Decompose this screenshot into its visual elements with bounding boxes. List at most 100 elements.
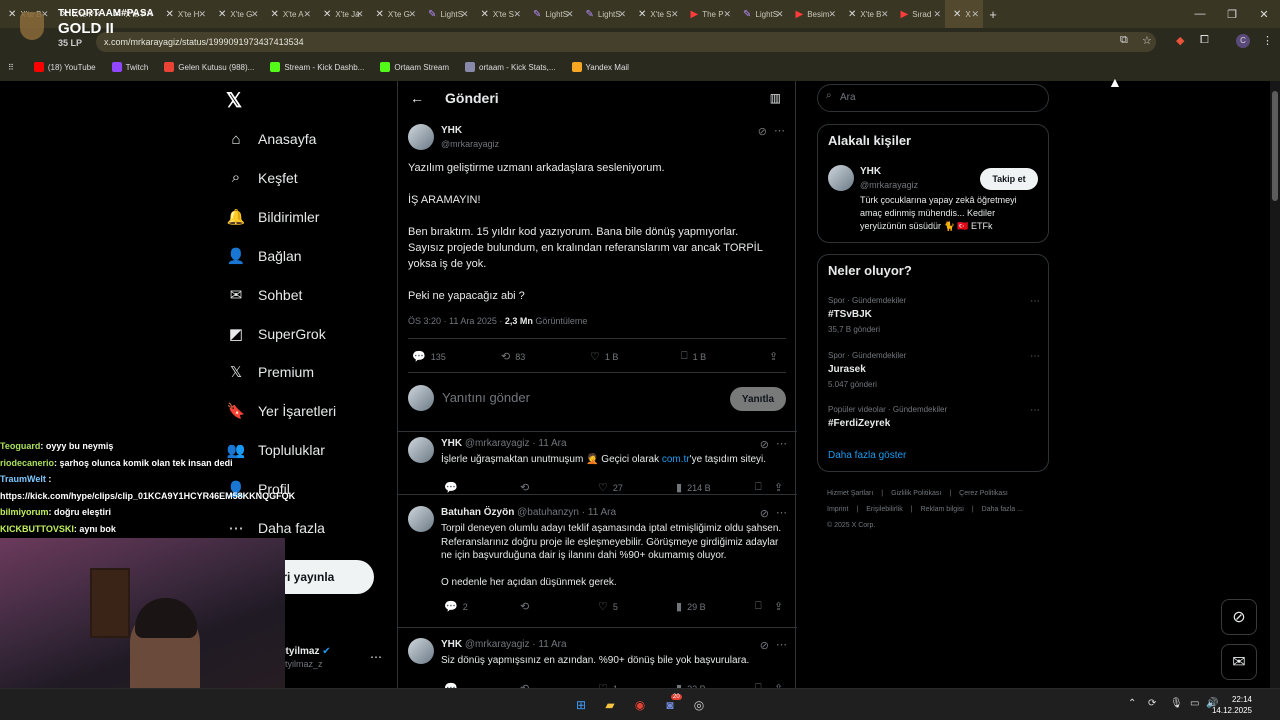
retweet-action[interactable]: ⟲ (520, 600, 534, 613)
scrollbar-thumb[interactable] (1272, 91, 1278, 201)
person-avatar[interactable] (828, 165, 854, 191)
browser-tab[interactable]: ✎ LightS ✕ (735, 0, 788, 28)
footer-link[interactable]: Daha fazla ... (982, 506, 1023, 513)
retweet-action[interactable]: ⟲ (520, 481, 534, 494)
grok-icon[interactable]: ⊘ (760, 438, 769, 451)
nav-item-yer-i-aretleri[interactable]: 🔖 Yer İşaretleri (226, 396, 336, 426)
like-action[interactable]: ♡ 27 (598, 481, 623, 494)
tab-close-icon[interactable]: ✕ (881, 9, 889, 20)
page-scrollbar[interactable] (1270, 81, 1280, 688)
views-action[interactable]: ▮ 29 B (676, 600, 706, 613)
tab-close-icon[interactable]: ✕ (828, 9, 836, 20)
browser-tab[interactable]: ✕ X'te G ✕ (368, 0, 421, 28)
author-handle[interactable]: @mrkarayagiz (441, 139, 499, 149)
file-explorer-icon[interactable]: ▰ (602, 697, 618, 713)
reply-input[interactable]: Yanıtını gönder (442, 390, 530, 405)
reply-more-icon[interactable]: ⋯ (776, 638, 787, 651)
browser-tab[interactable]: ✕ X'te A ✕ (263, 0, 316, 28)
browser-tab[interactable]: ✕ X ✕ (945, 0, 983, 28)
bookmark-action[interactable]: ⎕ 1 B (681, 350, 706, 363)
reply-action[interactable]: 💬 135 (412, 350, 446, 363)
tab-close-icon[interactable]: ✕ (933, 9, 941, 20)
bookmark-action[interactable]: ⎕ (755, 600, 767, 613)
tab-close-icon[interactable]: ✕ (251, 9, 259, 20)
tab-close-icon[interactable]: ✕ (513, 9, 521, 20)
footer-link[interactable]: Imprint (827, 506, 848, 513)
bookmark-item[interactable]: Stream - Kick Dashb... (270, 62, 364, 72)
reply-more-icon[interactable]: ⋯ (776, 506, 787, 519)
reply-button[interactable]: Yanıtla (730, 387, 786, 411)
follow-button[interactable]: Takip et (980, 168, 1038, 190)
tab-close-icon[interactable]: ✕ (618, 9, 626, 20)
tweet-time[interactable]: ÖS 3:20 · 11 Ara 2025 · (408, 316, 505, 326)
nav-item-sohbet[interactable]: ✉ Sohbet (226, 280, 303, 310)
browser-tab[interactable]: ✕ X'te S ✕ (473, 0, 526, 28)
browser-tab[interactable]: ✎ LightS ✕ (525, 0, 578, 28)
trend-item[interactable]: Spor · Gündemdekiler Jurasek 5.047 gönderi… (828, 351, 1040, 389)
person-handle[interactable]: @mrkarayagiz (860, 180, 918, 190)
browser-tab[interactable]: ✎ LightS ✕ (420, 0, 473, 28)
reply-avatar[interactable] (408, 638, 434, 664)
reply-link[interactable]: com.tr (662, 454, 690, 465)
reply-author[interactable]: Batuhan Özyön @batuhanzyn · 11 Ara (441, 507, 616, 518)
reply-avatar[interactable] (408, 506, 434, 532)
nav-item-bildirimler[interactable]: 🔔 Bildirimler (226, 202, 320, 232)
profile-avatar[interactable]: C (1236, 34, 1250, 48)
share-action[interactable]: ⇪ (774, 600, 788, 613)
close-window-icon[interactable]: ✕ (1248, 0, 1280, 28)
bookmark-item[interactable]: Twitch (111, 62, 148, 72)
nav-item-ke-fet[interactable]: ⌕ Keşfet (226, 163, 298, 193)
tab-close-icon[interactable]: ✕ (408, 9, 416, 20)
reply-action[interactable]: 💬 (444, 481, 463, 494)
share-action[interactable]: ⇪ (774, 481, 788, 494)
footer-link[interactable]: Reklam bilgisi (921, 506, 964, 513)
tab-close-icon[interactable]: ✕ (461, 9, 469, 20)
obs-icon[interactable]: ◎ (691, 697, 707, 713)
trend-item[interactable]: Spor · Gündemdekiler #TSvBJK 35,7 B gönder… (828, 296, 1040, 334)
extensions-puzzle-icon[interactable]: ⧠ (1200, 34, 1209, 47)
browser-tab[interactable]: ✕ X'te S ✕ (630, 0, 683, 28)
address-bar[interactable]: x.com/mrkarayagiz/status/199909197343741… (96, 32, 1156, 52)
browser-tab[interactable]: ▶ Sırad ✕ (893, 0, 946, 28)
trend-more-icon[interactable]: ⋯ (1030, 405, 1040, 416)
browser-tab[interactable]: ✕ X'te Ja ✕ (315, 0, 368, 28)
tab-close-icon[interactable]: ✕ (303, 9, 311, 20)
tab-close-icon[interactable]: ✕ (566, 9, 574, 20)
messages-fab-icon[interactable]: ✉ (1221, 644, 1257, 680)
reader-mode-icon[interactable]: ▥ (770, 91, 781, 105)
reply-action[interactable]: 💬 2 (444, 600, 468, 613)
tab-close-icon[interactable]: ✕ (723, 9, 731, 20)
tab-close-icon[interactable]: ✕ (776, 9, 784, 20)
reply-author[interactable]: YHK @mrkarayagiz · 11 Ara (441, 639, 567, 650)
tray-sync-icon[interactable]: ⟳ (1148, 698, 1156, 709)
nav-item-anasayfa[interactable]: ⌂ Anasayfa (226, 124, 316, 154)
footer-link[interactable]: Hizmet Şartları (827, 490, 873, 497)
tweet-more-icon[interactable]: ⋯ (774, 124, 785, 137)
show-more-link[interactable]: Daha fazla göster (828, 450, 906, 461)
menu-dots-icon[interactable]: ⋮ (1262, 34, 1273, 47)
like-action[interactable]: ♡ 1 B (590, 350, 618, 363)
browser-tab[interactable]: ✕ X'te G ✕ (210, 0, 263, 28)
grok-icon[interactable]: ⊘ (760, 507, 769, 520)
reply-author[interactable]: YHK @mrkarayagiz · 11 Ara (441, 438, 567, 449)
trend-more-icon[interactable]: ⋯ (1030, 351, 1040, 362)
browser-tab[interactable]: ✕X'te B✕ (840, 0, 893, 28)
clock[interactable]: 22:14 14.12.2025 (1212, 694, 1252, 716)
nav-item-premium[interactable]: 𝕏 Premium (226, 357, 314, 387)
new-tab-icon[interactable]: + (983, 7, 1003, 22)
extension-icon[interactable]: ◆ (1176, 34, 1184, 47)
browser-tab[interactable]: ✎ LightS ✕ (578, 0, 631, 28)
retweet-action[interactable]: ⟲ 83 (501, 350, 525, 363)
back-arrow-icon[interactable]: ← (410, 90, 424, 106)
network-icon[interactable]: ▭ (1190, 698, 1199, 709)
tab-close-icon[interactable]: ✕ (671, 9, 679, 20)
browser-tab[interactable]: ▶ The P ✕ (683, 0, 736, 28)
account-more-icon[interactable]: ⋯ (370, 650, 382, 664)
nav-item-supergrok[interactable]: ◩ SuperGrok (226, 319, 326, 349)
account-switcher[interactable]: etyilmaz ✔ etyilmaz_z (280, 646, 331, 669)
grok-icon[interactable]: ⊘ (760, 639, 769, 652)
bookmark-action[interactable]: ⎕ (755, 481, 767, 494)
install-app-icon[interactable]: ⧉ (1120, 34, 1128, 47)
tray-chevron-icon[interactable]: ⌃ (1128, 698, 1136, 709)
footer-link[interactable]: Çerez Politikası (959, 490, 1008, 497)
